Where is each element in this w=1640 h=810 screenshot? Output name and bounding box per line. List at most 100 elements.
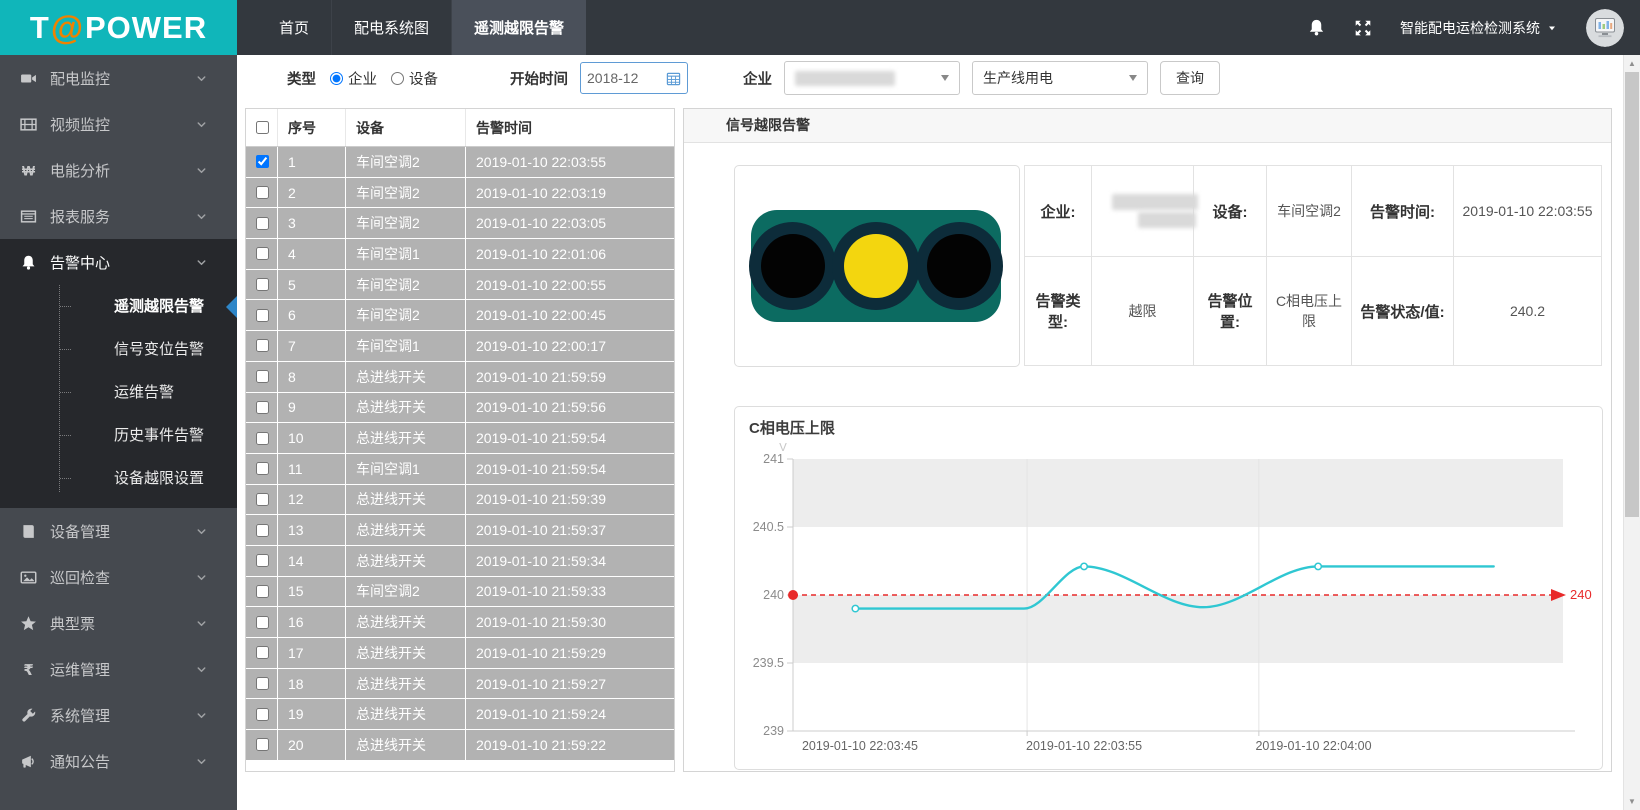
radio-company-label: 企业: [348, 68, 377, 89]
sidebar-item[interactable]: ₩电能分析: [0, 147, 237, 193]
row-checkbox[interactable]: [256, 217, 269, 230]
table-row[interactable]: 3车间空调22019-01-10 22:03:05: [246, 208, 674, 239]
table-row[interactable]: 13总进线开关2019-01-10 21:59:37: [246, 515, 674, 546]
scroll-down-icon[interactable]: ▼: [1624, 797, 1640, 806]
table-row[interactable]: 16总进线开关2019-01-10 21:59:30: [246, 607, 674, 638]
radio-device-input[interactable]: [391, 72, 404, 85]
system-menu[interactable]: 智能配电运检检测系统: [1400, 18, 1558, 38]
vertical-scrollbar[interactable]: ▲ ▼: [1623, 55, 1640, 810]
row-checkbox[interactable]: [256, 186, 269, 199]
line-select[interactable]: 生产线用电: [972, 61, 1148, 95]
sidebar-item[interactable]: ₹运维管理: [0, 646, 237, 692]
svg-text:239: 239: [763, 724, 784, 738]
nav-tab[interactable]: 首页: [257, 0, 331, 55]
system-menu-label: 智能配电运检检测系统: [1400, 18, 1540, 38]
row-checkbox[interactable]: [256, 677, 269, 690]
table-row[interactable]: 17总进线开关2019-01-10 21:59:29: [246, 638, 674, 669]
nav-tab[interactable]: 配电系统图: [331, 0, 451, 55]
row-checkbox[interactable]: [256, 616, 269, 629]
sidebar-item[interactable]: 系统管理: [0, 692, 237, 738]
row-checkbox[interactable]: [256, 432, 269, 445]
row-checkbox[interactable]: [256, 708, 269, 721]
row-checkbox[interactable]: [256, 278, 269, 291]
svg-text:241: 241: [763, 452, 784, 466]
table-row[interactable]: 8总进线开关2019-01-10 21:59:59: [246, 362, 674, 393]
table-row[interactable]: 20总进线开关2019-01-10 21:59:22: [246, 730, 674, 761]
table-row[interactable]: 4车间空调12019-01-10 22:01:06: [246, 239, 674, 270]
row-checkbox[interactable]: [256, 585, 269, 598]
table-row[interactable]: 6车间空调22019-01-10 22:00:45: [246, 300, 674, 331]
row-checkbox[interactable]: [256, 554, 269, 567]
table-row[interactable]: 5车间空调22019-01-10 22:00:55: [246, 270, 674, 301]
row-device: 车间空调2: [346, 178, 466, 208]
calendar-icon[interactable]: [666, 71, 681, 86]
table-row[interactable]: 1车间空调22019-01-10 22:03:55: [246, 147, 674, 178]
info-status-label: 告警状态/值:: [1352, 257, 1454, 366]
sidebar-item[interactable]: 视频监控: [0, 101, 237, 147]
table-row[interactable]: 10总进线开关2019-01-10 21:59:54: [246, 423, 674, 454]
row-checkbox[interactable]: [256, 462, 269, 475]
radio-company-input[interactable]: [330, 72, 343, 85]
table-row[interactable]: 19总进线开关2019-01-10 21:59:24: [246, 699, 674, 730]
row-checkbox[interactable]: [256, 493, 269, 506]
info-time-label: 告警时间:: [1352, 166, 1454, 257]
row-checkbox[interactable]: [256, 247, 269, 260]
sidebar-subitem[interactable]: 遥测越限告警: [0, 285, 237, 328]
row-no: 11: [278, 454, 346, 484]
info-status-value: 240.2: [1454, 257, 1602, 366]
row-checkbox[interactable]: [256, 339, 269, 352]
sidebar-item[interactable]: 通知公告: [0, 738, 237, 784]
row-checkbox[interactable]: [256, 646, 269, 659]
nav-tab[interactable]: 遥测越限告警: [451, 0, 586, 55]
col-header-device: 设备: [346, 109, 466, 146]
row-checkbox[interactable]: [256, 309, 269, 322]
table-row[interactable]: 12总进线开关2019-01-10 21:59:39: [246, 485, 674, 516]
row-no: 20: [278, 730, 346, 760]
start-time-input[interactable]: 2018-12: [580, 62, 688, 94]
sidebar-subitem[interactable]: 信号变位告警: [0, 328, 237, 371]
sidebar-item[interactable]: 典型票: [0, 600, 237, 646]
table-row[interactable]: 11车间空调12019-01-10 21:59:54: [246, 454, 674, 485]
table-row[interactable]: 14总进线开关2019-01-10 21:59:34: [246, 546, 674, 577]
scroll-up-icon[interactable]: ▲: [1624, 59, 1640, 68]
row-time: 2019-01-10 21:59:22: [466, 730, 674, 760]
table-row[interactable]: 15车间空调22019-01-10 21:59:33: [246, 577, 674, 608]
row-checkbox[interactable]: [256, 738, 269, 751]
app-root: T@POWER 首页配电系统图遥测越限告警 智能配电运检检测系统: [0, 0, 1640, 810]
sidebar-item[interactable]: 设备管理: [0, 508, 237, 554]
row-checkbox[interactable]: [256, 155, 269, 168]
row-device: 车间空调2: [346, 147, 466, 177]
sidebar-subitem[interactable]: 设备越限设置: [0, 457, 237, 500]
table-row[interactable]: 7车间空调12019-01-10 22:00:17: [246, 331, 674, 362]
svg-text:239.5: 239.5: [753, 656, 784, 670]
row-checkbox-cell: [246, 546, 278, 576]
radio-company[interactable]: 企业: [330, 68, 377, 89]
row-checkbox[interactable]: [256, 401, 269, 414]
table-row[interactable]: 2车间空调22019-01-10 22:03:19: [246, 178, 674, 209]
scrollbar-thumb[interactable]: [1625, 72, 1639, 517]
sidebar-item[interactable]: 告警中心: [0, 239, 237, 285]
table-row[interactable]: 18总进线开关2019-01-10 21:59:27: [246, 669, 674, 700]
traffic-light: [751, 210, 1001, 322]
select-all-checkbox[interactable]: [256, 121, 269, 134]
query-button[interactable]: 查询: [1160, 61, 1220, 95]
table-row[interactable]: 9总进线开关2019-01-10 21:59:56: [246, 393, 674, 424]
fullscreen-icon[interactable]: [1354, 19, 1372, 37]
bell-icon: [1307, 18, 1326, 37]
row-device: 车间空调1: [346, 454, 466, 484]
sidebar-subitem[interactable]: 历史事件告警: [0, 414, 237, 457]
row-device: 总进线开关: [346, 669, 466, 699]
company-select[interactable]: [784, 61, 960, 95]
row-checkbox[interactable]: [256, 524, 269, 537]
caret-down-icon: [1129, 75, 1137, 81]
avatar[interactable]: [1586, 9, 1624, 47]
radio-device[interactable]: 设备: [391, 68, 438, 89]
sidebar-item[interactable]: 报表服务: [0, 193, 237, 239]
bell-icon[interactable]: [1307, 18, 1326, 37]
sidebar-item[interactable]: 巡回检查: [0, 554, 237, 600]
sidebar-subitem[interactable]: 运维告警: [0, 371, 237, 414]
sidebar-item[interactable]: 配电监控: [0, 55, 237, 101]
row-checkbox[interactable]: [256, 370, 269, 383]
row-no: 10: [278, 423, 346, 453]
detail-panel: 信号越限告警 企业: 设备: 车间空调2 告警时间: 2019-01-10 22…: [683, 108, 1612, 772]
